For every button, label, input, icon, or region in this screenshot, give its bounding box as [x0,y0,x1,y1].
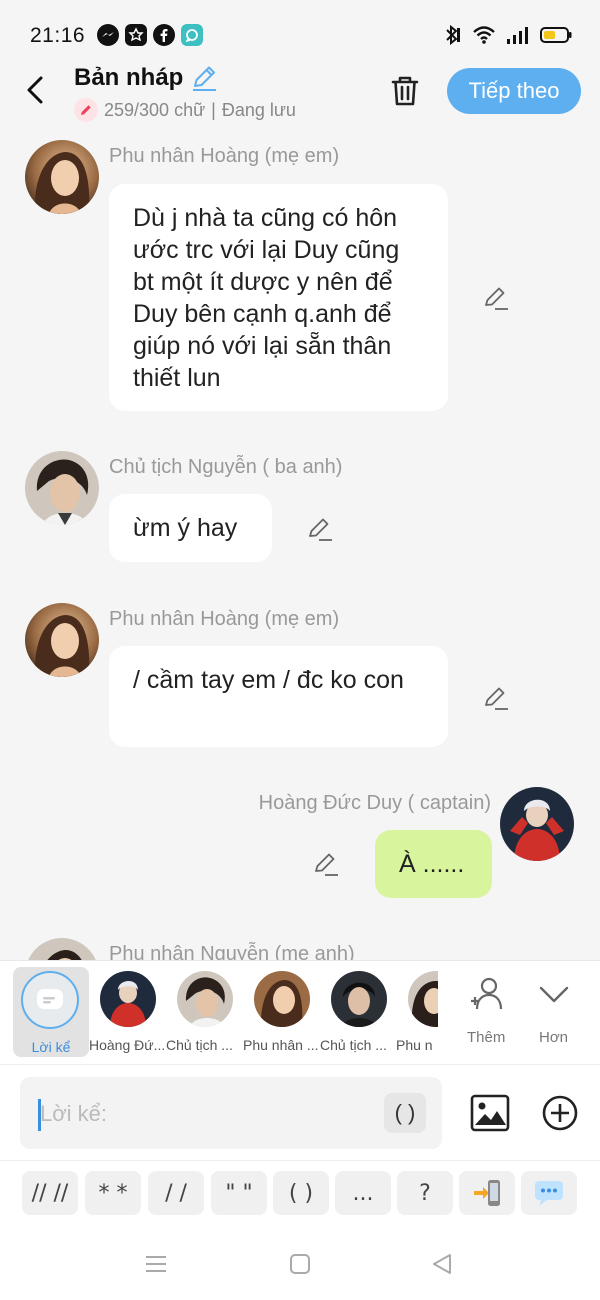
word-counter: 259/300 chữ [104,99,206,120]
draft-status: 259/300 chữ | Đang lưu [74,98,296,122]
system-navigation-bar [0,1232,600,1300]
editor-header: Bản nháp 259/300 chữ | Đang lưu Tiếp the… [0,60,600,128]
notification-icons [97,24,203,46]
next-button[interactable]: Tiếp theo [447,68,581,114]
narrator-label: Lời kể [31,1039,71,1055]
input-placeholder: Lời kể: [40,1101,108,1126]
character-label: Phu nhân ... [243,1037,319,1053]
sender-name: Phu nhân Hoàng (mẹ em) [109,608,340,630]
narrator-option[interactable]: Lời kể [13,967,89,1057]
system-icons [442,24,572,46]
status-time: 21:16 [30,24,86,47]
chat-area[interactable]: Phu nhân Hoàng (mẹ em) Dù j nhà ta cũng … [0,128,600,960]
sender-name: Phu nhân Hoàng (mẹ em) [109,145,340,167]
character-label: Phu n [396,1037,433,1053]
chat-app-icon [181,24,203,46]
shortcut-double-slash[interactable]: // // [22,1171,78,1215]
shortcut-ellipsis[interactable]: ... [335,1171,391,1215]
bluetooth-icon [446,24,460,46]
shortcut-parentheses[interactable]: ( ) [273,1171,329,1215]
parenthesis-button[interactable]: ( ) [384,1093,426,1133]
shortcut-question[interactable]: ? [397,1171,453,1215]
narrator-icon [21,971,79,1029]
messenger-icon [97,24,119,46]
add-character-label[interactable]: Thêm [467,1029,505,1046]
signal-icon [507,27,528,44]
character-avatar[interactable] [177,971,233,1027]
facebook-icon [153,24,175,46]
avatar-mother-hoang[interactable] [25,140,99,214]
more-label[interactable]: Hơn [539,1029,568,1046]
page-title: Bản nháp [74,64,184,91]
sender-name: Chủ tịch Nguyễn ( ba anh) [109,456,343,478]
trash-icon[interactable] [386,72,424,110]
avatar-mother-hoang[interactable] [25,603,99,677]
sender-name: Hoàng Đức Duy ( captain) [258,792,491,814]
menu-icon[interactable] [144,1252,168,1276]
character-label: Chủ tịch ... [166,1037,233,1053]
edit-pencil-icon[interactable] [306,515,334,543]
edit-pencil-icon[interactable] [482,284,510,312]
save-status: Đang lưu [221,99,296,120]
character-selector: Lời kể Hoàng Đứ... Chủ tịch ... Phu nhân… [0,960,600,1065]
app-badge-icon [125,24,147,46]
message-bubble[interactable]: Dù j nhà ta cũng có hôn ước trc với lại … [109,184,448,411]
message-bubble-self[interactable]: À ...... [375,830,492,898]
chat-bubble-shortcut-icon[interactable] [521,1171,577,1215]
image-icon[interactable] [470,1093,510,1133]
pencil-badge-icon [74,98,98,122]
message-bubble[interactable]: / cầm tay em / đc ko con [109,646,448,747]
edit-pencil-icon[interactable] [482,684,510,712]
narration-input[interactable]: Lời kể: ( ) [20,1077,442,1149]
battery-icon [540,27,572,43]
formatting-shortcuts: // // * * / / " " ( ) ... ? [0,1160,600,1233]
character-label: Chủ tịch ... [320,1037,387,1053]
character-avatar[interactable] [408,971,438,1027]
input-row: Lời kể: ( ) [0,1064,600,1161]
character-avatar[interactable] [254,971,310,1027]
phone-call-shortcut-icon[interactable] [459,1171,515,1215]
character-label: Hoàng Đứ... [89,1037,166,1053]
shortcut-asterisk[interactable]: * * [85,1171,141,1215]
shortcut-slash[interactable]: / / [148,1171,204,1215]
chevron-down-icon[interactable] [534,975,574,1015]
shortcut-quotes[interactable]: " " [211,1171,267,1215]
status-bar: 21:16 [0,0,600,60]
rename-pencil-icon[interactable] [190,64,218,92]
wifi-icon [473,26,495,44]
home-icon[interactable] [288,1252,312,1276]
back-icon[interactable] [430,1252,454,1276]
character-avatar[interactable] [100,971,156,1027]
avatar-chairman-nguyen[interactable] [25,451,99,525]
back-arrow-icon[interactable] [18,72,54,108]
avatar-mother-nguyen[interactable] [25,938,99,960]
character-avatar[interactable] [331,971,387,1027]
edit-pencil-icon[interactable] [312,850,340,878]
add-character-icon[interactable] [467,975,507,1015]
message-bubble[interactable]: ừm ý hay [109,494,272,562]
sender-name: Phu nhân Nguyễn (mẹ anh) [109,943,355,960]
avatar-hoang-duc-duy[interactable] [500,787,574,861]
separator: | [211,99,216,120]
add-circle-icon[interactable] [540,1093,580,1133]
